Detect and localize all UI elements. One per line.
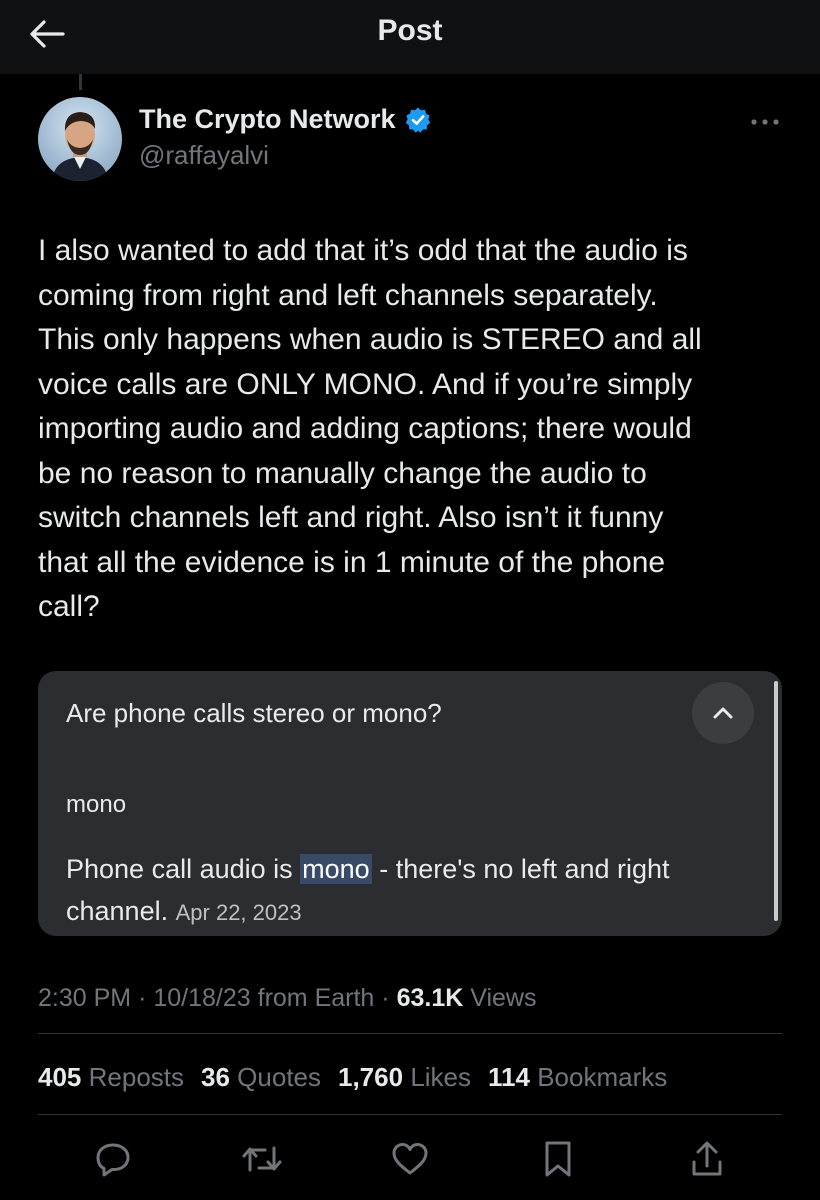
post-source: from Earth <box>257 984 375 1012</box>
divider <box>38 1114 782 1115</box>
page-title: Post <box>377 14 443 47</box>
meta-separator: · <box>381 984 390 1012</box>
card-answer: mono <box>66 791 127 818</box>
bookmarks-count: 114 <box>488 1062 530 1092</box>
reposts-label: Reposts <box>88 1062 185 1092</box>
quotes-label: Quotes <box>237 1062 321 1092</box>
bookmark-icon <box>545 1141 571 1177</box>
bookmark-button[interactable] <box>533 1134 583 1184</box>
more-dots-icon <box>751 119 779 125</box>
snippet-text-before: Phone call audio is <box>66 854 301 884</box>
views-label: Views <box>470 984 537 1012</box>
likes-count: 1,760 <box>338 1062 404 1092</box>
repost-icon <box>242 1146 282 1172</box>
repost-button[interactable] <box>237 1134 287 1184</box>
post-date[interactable]: 10/18/23 <box>153 984 250 1012</box>
avatar-image <box>38 97 122 181</box>
author-display-name[interactable]: The Crypto Network <box>139 104 396 135</box>
card-question: Are phone calls stereo or mono? <box>66 698 442 728</box>
reply-icon <box>96 1143 130 1177</box>
author-handle[interactable]: @raffayalvi <box>139 140 269 171</box>
bookmarks-stat[interactable]: 114 Bookmarks <box>488 1062 667 1093</box>
thread-connector <box>79 74 82 90</box>
divider <box>38 1033 782 1034</box>
verified-badge-icon <box>405 107 430 133</box>
attached-image-card[interactable]: Are phone calls stereo or mono? mono Pho… <box>38 671 782 936</box>
collapse-button[interactable] <box>692 682 754 744</box>
reposts-count: 405 <box>38 1062 82 1092</box>
like-button[interactable] <box>385 1134 435 1184</box>
top-bar: Post <box>0 0 820 74</box>
share-button[interactable] <box>682 1134 732 1184</box>
action-bar <box>0 1130 820 1186</box>
quotes-count: 36 <box>201 1062 230 1092</box>
likes-label: Likes <box>410 1062 472 1092</box>
views-count: 63.1K <box>396 984 464 1012</box>
snippet-highlight: mono <box>300 854 372 884</box>
card-scrollbar <box>774 681 778 921</box>
reply-button[interactable] <box>88 1134 138 1184</box>
reposts-stat[interactable]: 405 Reposts <box>38 1062 184 1093</box>
meta-separator: · <box>138 984 147 1012</box>
engagement-stats: 405 Reposts 36 Quotes 1,760 Likes 114 Bo… <box>38 1062 667 1093</box>
quotes-stat[interactable]: 36 Quotes <box>201 1062 321 1093</box>
chevron-up-icon <box>713 707 733 719</box>
snippet-date: Apr 22, 2023 <box>175 900 302 925</box>
avatar[interactable] <box>38 97 122 181</box>
share-icon <box>692 1141 722 1176</box>
card-snippet: Phone call audio is mono - there's no le… <box>66 848 746 934</box>
post-metadata: 2:30 PM · 10/18/23 from Earth · 63.1K Vi… <box>38 984 536 1013</box>
author-name-row: The Crypto Network <box>139 104 432 135</box>
like-icon <box>392 1143 428 1175</box>
post-time[interactable]: 2:30 PM <box>38 984 131 1012</box>
bookmarks-label: Bookmarks <box>537 1062 668 1092</box>
likes-stat[interactable]: 1,760 Likes <box>338 1062 471 1093</box>
tweet-text: I also wanted to add that it’s odd that … <box>38 234 702 623</box>
more-options-button[interactable] <box>746 108 784 136</box>
